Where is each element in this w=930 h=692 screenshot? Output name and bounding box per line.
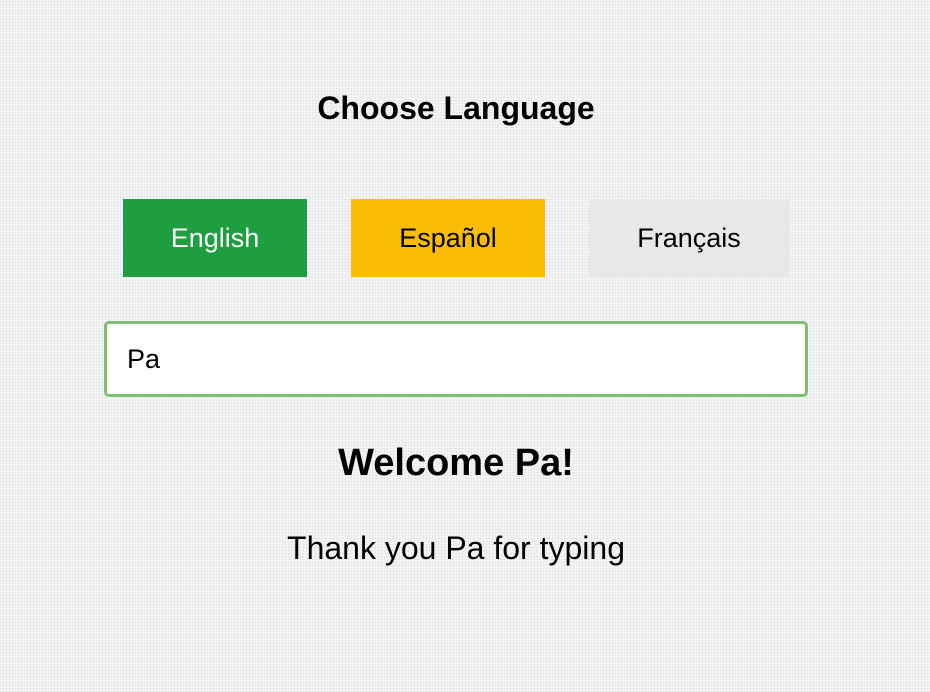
thanks-message: Thank you Pa for typing xyxy=(287,530,625,566)
welcome-message: Welcome Pa! xyxy=(338,442,574,484)
french-button[interactable]: Français xyxy=(589,199,789,277)
english-button[interactable]: English xyxy=(123,199,307,277)
language-app: Choose Language English Español Français… xyxy=(0,0,930,692)
page-title: Choose Language xyxy=(317,90,595,126)
spanish-button[interactable]: Español xyxy=(351,199,545,277)
name-input[interactable] xyxy=(104,321,808,397)
